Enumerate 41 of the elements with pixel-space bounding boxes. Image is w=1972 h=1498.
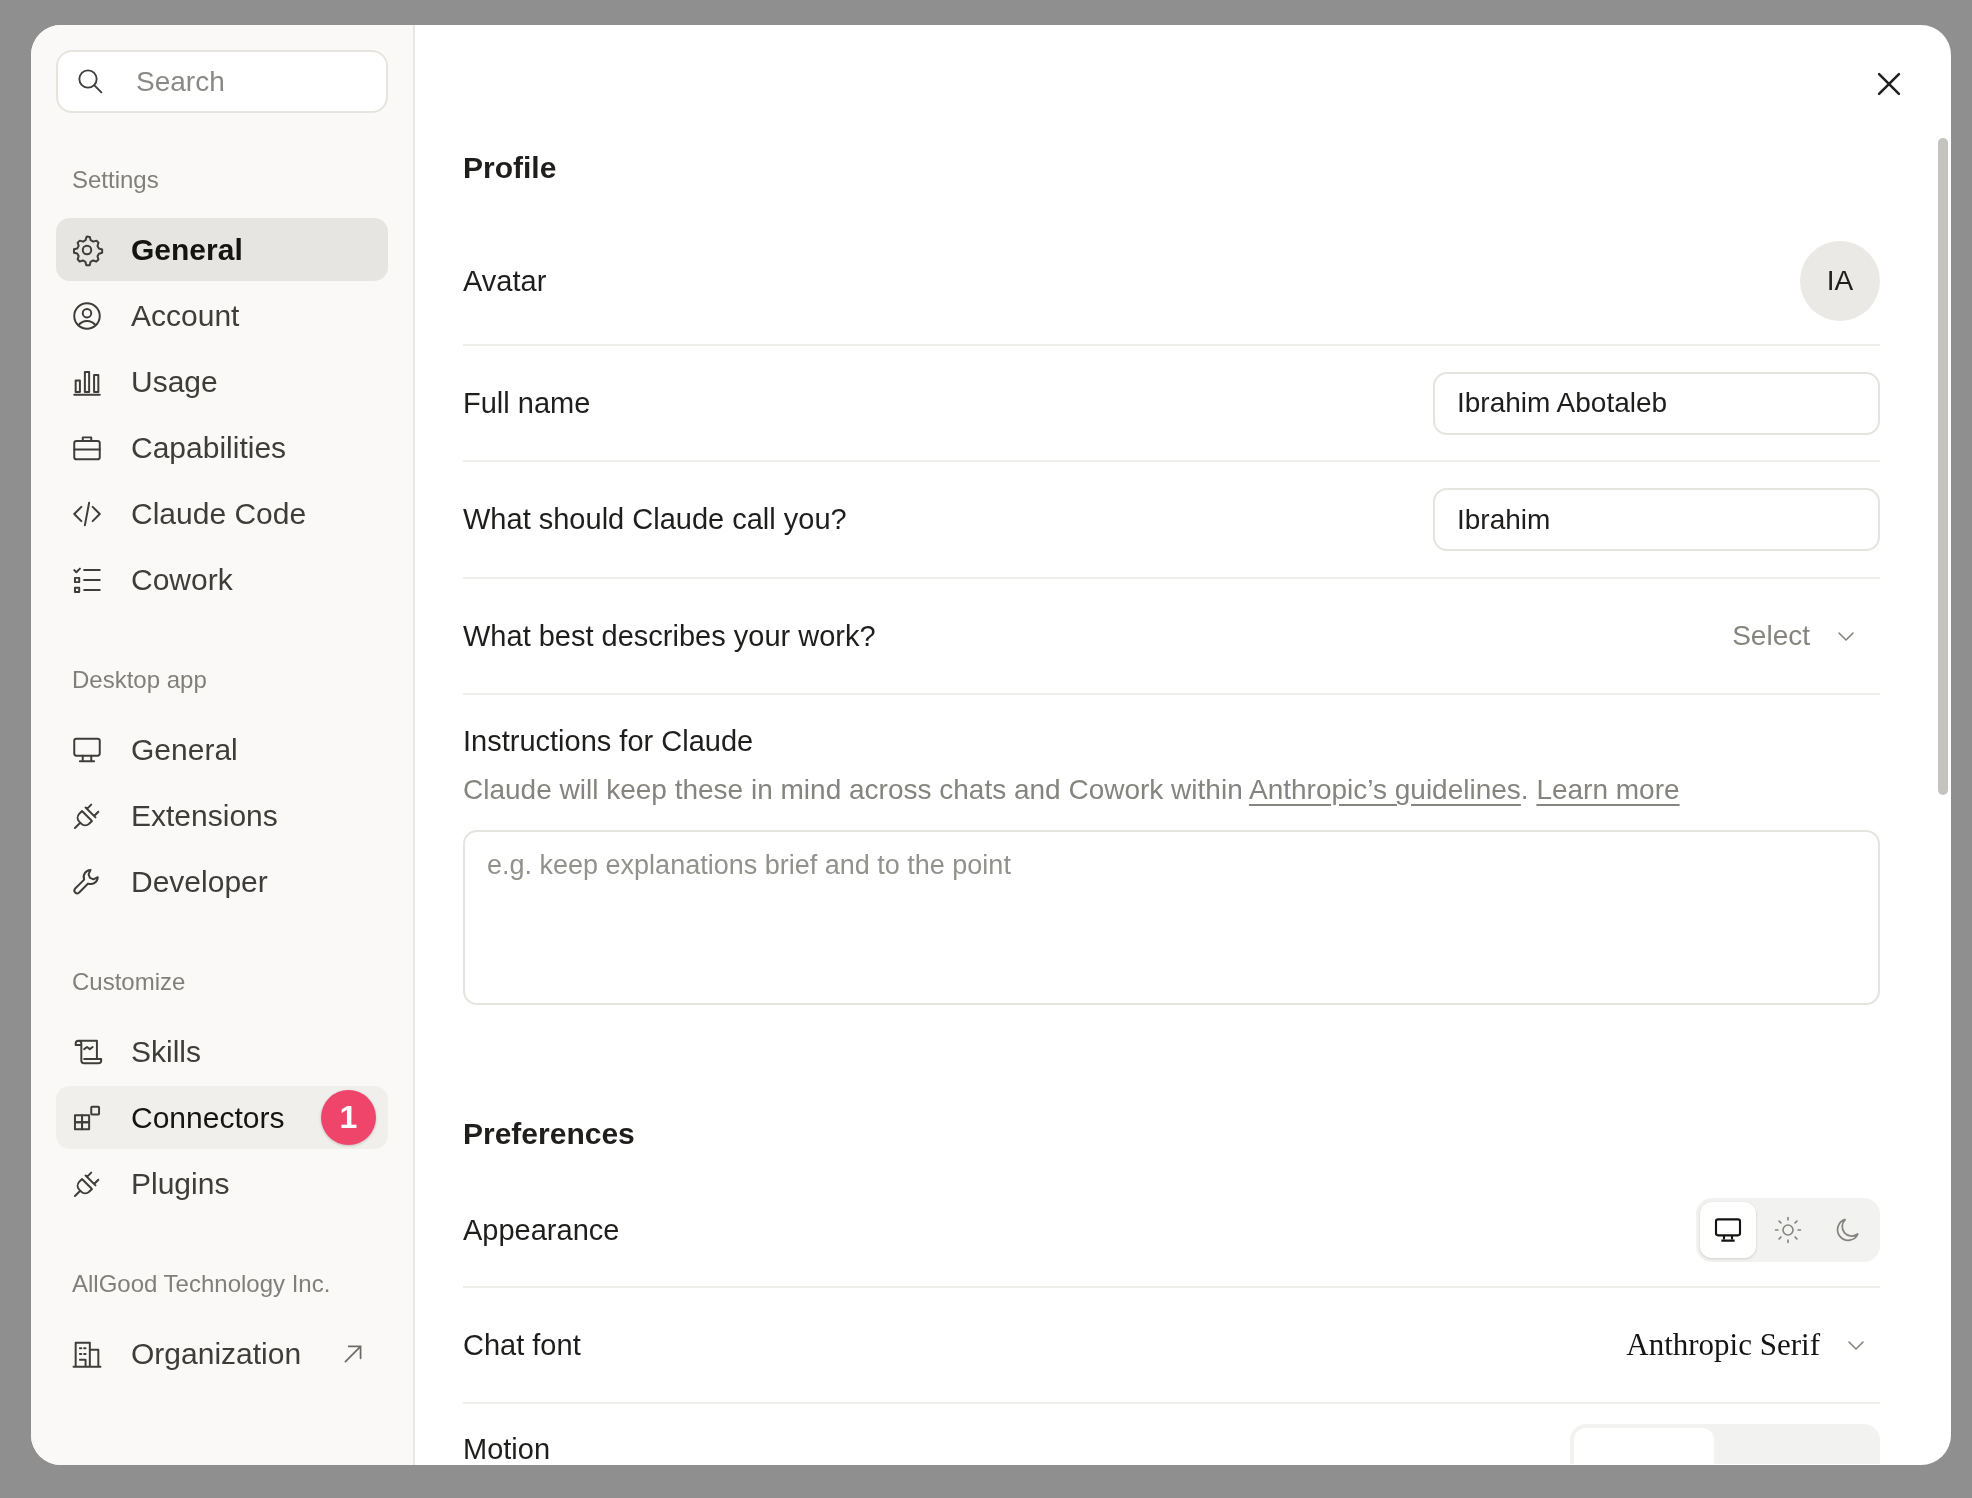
section-heading: Settings: [71, 166, 160, 194]
select-dropdown[interactable]: Select: [1732, 620, 1880, 652]
row-label: Full name: [463, 386, 591, 420]
sidebar-item[interactable]: Usage: [56, 350, 388, 413]
sidebar-item[interactable]: Organization: [56, 1322, 388, 1385]
sidebar-item[interactable]: Skills: [56, 1020, 388, 1083]
field-label: Instructions for Claude: [463, 725, 755, 758]
search-field[interactable]: Search: [56, 50, 388, 113]
section-heading: Customize: [71, 968, 187, 996]
scrollbar-thumb[interactable]: [1938, 138, 1948, 795]
sidebar-item[interactable]: Developer: [56, 850, 388, 913]
sidebar-item[interactable]: General: [56, 218, 388, 281]
instructions-description: Claude will keep these in mind across chats and Cowork within Anthropic’s guidelines. Learn more: [463, 774, 1681, 806]
guidelines-link[interactable]: Anthropic’s guidelines: [1248, 774, 1521, 805]
sidebar-item[interactable]: General: [56, 718, 388, 781]
row-label: Motion: [463, 1434, 551, 1464]
sidebar-item[interactable]: Capabilities: [56, 416, 388, 479]
row-label: Chat font: [463, 1328, 581, 1362]
appearance-option[interactable]: [1700, 1202, 1756, 1258]
avatar[interactable]: IA: [1800, 241, 1880, 321]
guidelines-link[interactable]: Learn more: [1536, 774, 1680, 805]
section-heading: AllGood Technology Inc.: [71, 1270, 332, 1298]
row-label: Avatar: [463, 264, 547, 298]
instructions-textarea[interactable]: e.g. keep explanations brief and to the point: [463, 830, 1880, 1005]
row-label: What best describes your work?: [463, 619, 876, 653]
sidebar-item[interactable]: Extensions: [56, 784, 388, 847]
row-label: What should Claude call you?: [463, 503, 847, 536]
text-field[interactable]: Ibrahim: [1433, 488, 1880, 551]
sidebar-item[interactable]: Plugins: [56, 1152, 388, 1215]
section-heading: Preferences: [463, 1116, 636, 1152]
sidebar-item[interactable]: Cowork: [56, 548, 388, 611]
section-heading: Profile: [463, 150, 558, 186]
section-heading: Desktop app: [71, 666, 208, 694]
font-dropdown[interactable]: Anthropic Serif: [1626, 1327, 1880, 1363]
row-label: Appearance: [463, 1213, 620, 1247]
sun-icon: [1773, 1215, 1803, 1245]
sidebar-item[interactable]: Account: [56, 284, 388, 347]
sidebar-item[interactable]: Claude Code: [56, 482, 388, 545]
notification-badge: 1: [321, 1090, 376, 1145]
text-field[interactable]: Ibrahim Abotaleb: [1433, 371, 1880, 435]
sidebar-item[interactable]: Connectors 1: [56, 1086, 388, 1149]
